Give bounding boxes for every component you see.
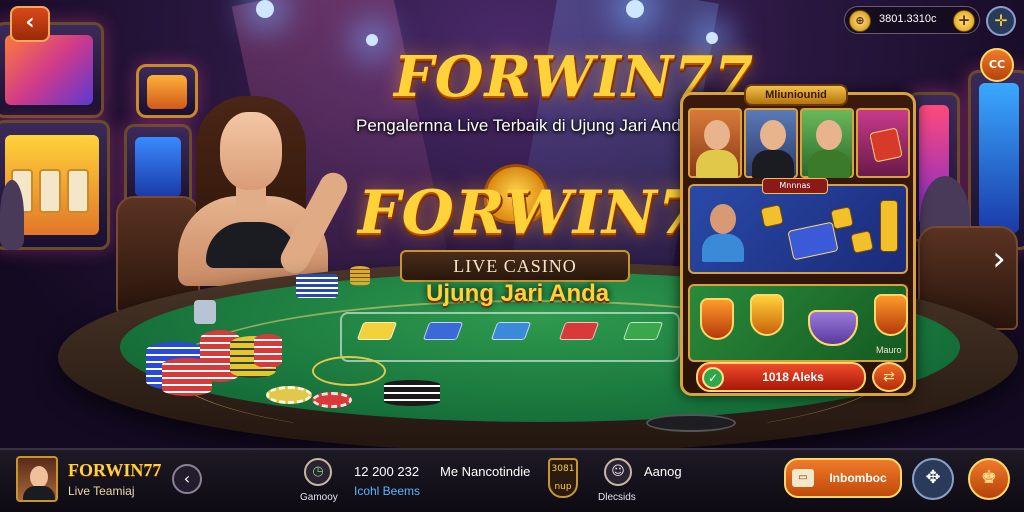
claim-button-label: 1018 Aleks	[762, 370, 824, 384]
swap-button[interactable]: ⇄	[872, 362, 906, 392]
bet-spot[interactable]	[622, 322, 664, 340]
chip	[266, 386, 312, 404]
ceiling-light	[626, 0, 644, 18]
balance-value: 3801.3310c	[879, 13, 937, 25]
ceiling-light	[366, 34, 378, 46]
chip	[312, 392, 352, 408]
host-portrait[interactable]	[744, 108, 798, 178]
clock-icon[interactable]: ◷	[304, 458, 332, 486]
back-button[interactable]: ‹	[10, 6, 50, 42]
prev-button[interactable]: ‹	[172, 464, 202, 494]
profile-crown-button[interactable]: ♚	[968, 458, 1010, 500]
game-tile[interactable]	[856, 108, 910, 178]
host-portrait[interactable]	[800, 108, 854, 178]
check-icon: ✓	[702, 367, 724, 389]
bet-spot[interactable]	[422, 322, 464, 340]
claim-button[interactable]: ✓ 1018 Aleks	[696, 362, 866, 392]
host-portrait[interactable]	[688, 108, 742, 178]
felt-circle	[312, 356, 386, 386]
bottom-brand: FORWIN77	[68, 460, 162, 480]
chip-stack	[254, 334, 282, 368]
player-count: 12 200 232	[354, 464, 420, 479]
tagline: Pengalernna Live Terbaik di Ujung Jari A…	[356, 116, 691, 135]
profile-icon[interactable]: ☺	[604, 458, 632, 486]
navigate-button[interactable]: ✥	[912, 458, 954, 500]
menu-label: Aanog	[644, 464, 682, 479]
chevron-left-icon: ‹	[25, 10, 35, 35]
add-funds-button[interactable]: +	[953, 10, 975, 32]
coin-icon: ⊕	[849, 10, 871, 32]
bottom-subtitle: Live Teamiaj	[68, 484, 135, 498]
rank-badge: 3081 nup	[548, 458, 578, 498]
settings-button[interactable]: ✛	[986, 6, 1016, 36]
ceiling-light	[256, 0, 274, 18]
bet-spot[interactable]	[356, 322, 398, 340]
join-button-label: Inbomboc	[829, 471, 887, 485]
next-slide-button[interactable]: ›	[984, 240, 1014, 280]
clock-label: Gamooy	[300, 492, 338, 503]
shot-glass	[194, 300, 216, 324]
player-count-label: Icohl Beems	[354, 484, 421, 498]
slogan: Ujung Jari Anda	[426, 280, 610, 307]
game-section-cards[interactable]	[688, 184, 908, 274]
dealer-face	[220, 112, 282, 190]
cc-button[interactable]: CC	[980, 48, 1014, 82]
join-button[interactable]: ▭ Inbomboc	[784, 458, 902, 498]
avatar[interactable]	[16, 456, 58, 502]
profile-label: Dlecsids	[598, 492, 636, 503]
bet-spot[interactable]	[490, 322, 532, 340]
patron-silhouette	[0, 180, 24, 250]
card-shoe	[646, 414, 736, 432]
live-casino-banner: LIVE CASINO	[400, 250, 630, 282]
card-deck	[296, 274, 338, 298]
slot-sign	[136, 64, 198, 118]
bet-spot[interactable]	[558, 322, 600, 340]
balance-display: ⊕ 3801.3310c +	[844, 6, 980, 34]
panel-caption: Mauro	[876, 345, 902, 355]
ticket-icon: ▭	[792, 469, 814, 487]
banner-text: LIVE CASINO	[453, 256, 577, 276]
game-section-bonus[interactable]	[688, 284, 908, 362]
ceiling-light	[706, 32, 718, 44]
section-label: Mnnnas	[762, 178, 828, 194]
game-panel-title: Mliuniounid	[744, 84, 848, 106]
chip-stack	[384, 380, 440, 406]
table-name: Me Nancotindie	[440, 464, 531, 479]
slot-machine	[968, 70, 1024, 250]
chip-stack	[350, 266, 370, 286]
